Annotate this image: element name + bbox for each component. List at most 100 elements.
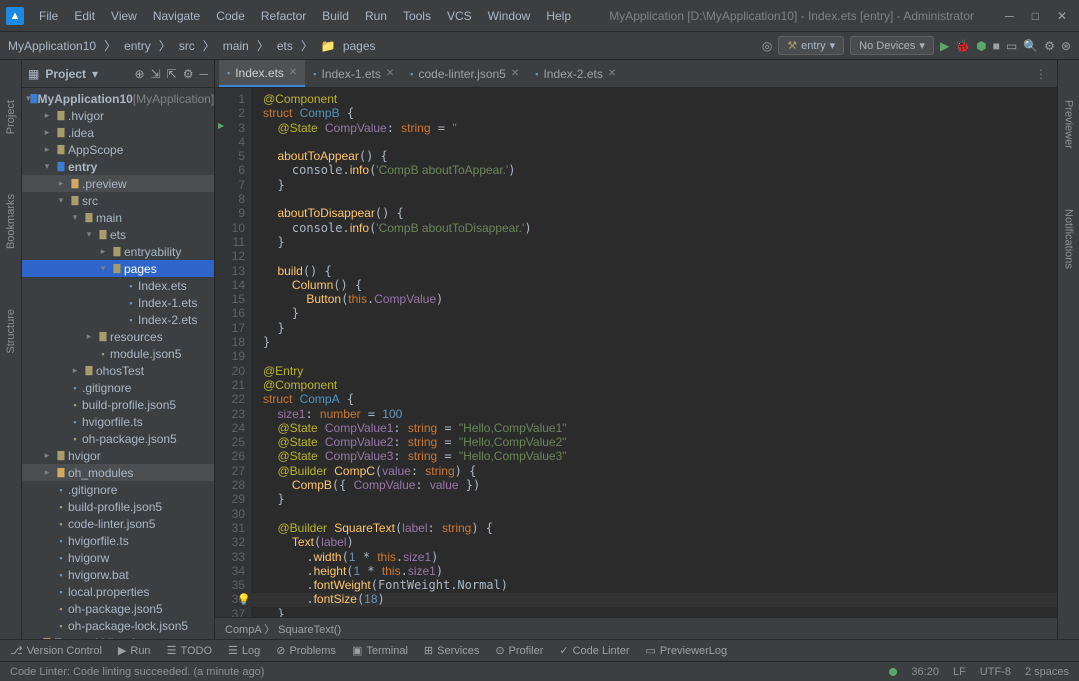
tool-version-control[interactable]: ⎇Version Control [10,644,102,657]
collapse-icon[interactable]: ⇱ [167,67,177,81]
tree-item-hvigorw[interactable]: ▪ hvigorw [22,549,214,566]
structure-breadcrumb[interactable]: CompA 〉 SquareText() [215,617,1057,639]
search-icon[interactable]: 🔍 [1023,39,1038,53]
status-3620[interactable]: 36:20 [911,666,939,678]
rail-bookmarks[interactable]: Bookmarks [5,194,17,249]
intention-bulb-icon[interactable]: 💡 [237,593,251,606]
close-tab-icon[interactable]: ✕ [289,67,297,78]
coverage-icon[interactable]: ⬢ [976,39,986,53]
rail-project[interactable]: Project [5,100,17,134]
tree-item-oh-package-json5[interactable]: ▪ oh-package.json5 [22,430,214,447]
hide-icon[interactable]: ─ [199,67,208,81]
run-config-selector[interactable]: ⚒ entry ▾ [778,36,844,55]
tab-index-ets[interactable]: ▪Index.ets✕ [219,60,305,87]
tree-item-index-ets[interactable]: ▪ Index.ets [22,277,214,294]
status-lf[interactable]: LF [953,666,966,678]
menu-navigate[interactable]: Navigate [146,6,207,26]
tool-services[interactable]: ⊞Services [424,644,479,657]
tab-index-2-ets[interactable]: ▪Index-2.ets✕ [527,60,624,87]
tree-item-hvigorw-bat[interactable]: ▪ hvigorw.bat [22,566,214,583]
tree-item-hvigorfile-ts[interactable]: ▪ hvigorfile.ts [22,532,214,549]
tab-index-1-ets[interactable]: ▪Index-1.ets✕ [305,60,402,87]
tool-todo[interactable]: ☰TODO [167,644,212,657]
tree-item-resources[interactable]: ▸▇ resources [22,328,214,345]
crumb-src[interactable]: src [179,39,195,53]
tree-item-main[interactable]: ▾▇ main [22,209,214,226]
device-manager-icon[interactable]: ▭ [1006,39,1017,53]
tree-item-index-1-ets[interactable]: ▪ Index-1.ets [22,294,214,311]
menu-vcs[interactable]: VCS [440,6,479,26]
tree-item-src[interactable]: ▾▇ src [22,192,214,209]
run-icon[interactable]: ▶ [940,39,949,53]
tabs-more-icon[interactable]: ⋮ [1035,67,1057,81]
chevron-down-icon[interactable]: ▾ [92,67,98,81]
tree-item-ets[interactable]: ▾▇ ets [22,226,214,243]
tree-item-code-linter-json5[interactable]: ▪ code-linter.json5 [22,515,214,532]
gear-icon[interactable]: ⚙ [1044,39,1055,53]
status-utf8[interactable]: UTF-8 [980,666,1011,678]
status-2spaces[interactable]: 2 spaces [1025,666,1069,678]
minimize-icon[interactable]: ─ [1005,9,1014,23]
menu-code[interactable]: Code [209,6,252,26]
gear-icon[interactable]: ⚙ [183,67,194,81]
tree-item-hvigorfile-ts[interactable]: ▪ hvigorfile.ts [22,413,214,430]
tree-item-oh-package-lock-json5[interactable]: ▪ oh-package-lock.json5 [22,617,214,634]
tool-terminal[interactable]: ▣Terminal [352,644,408,657]
crumb-ets[interactable]: ets [277,39,293,53]
tool-problems[interactable]: ⊘Problems [276,644,336,657]
stop-icon[interactable]: ■ [993,39,1000,53]
tree-item-hvigor[interactable]: ▸▇ hvigor [22,447,214,464]
menu-refactor[interactable]: Refactor [254,6,313,26]
tool-previewerlog[interactable]: ▭PreviewerLog [645,644,727,657]
expand-icon[interactable]: ⇲ [151,67,161,81]
tool-code-linter[interactable]: ✓Code Linter [559,644,629,657]
tree-item--idea[interactable]: ▸▇ .idea [22,124,214,141]
debug-icon[interactable]: 🐞 [955,39,970,53]
tree-item-oh-package-json5[interactable]: ▪ oh-package.json5 [22,600,214,617]
tab-code-linter-json5[interactable]: ▪code-linter.json5✕ [402,60,527,87]
tree-item-entry[interactable]: ▾▇ entry [22,158,214,175]
tool-run[interactable]: ▶Run [118,644,151,657]
menu-edit[interactable]: Edit [67,6,102,26]
tree-item-index-2-ets[interactable]: ▪ Index-2.ets [22,311,214,328]
project-tree[interactable]: ▾▇ MyApplication10 [MyApplication]▸▇ .hv… [22,88,214,639]
rail-previewer[interactable]: Previewer [1063,100,1075,149]
close-tab-icon[interactable]: ✕ [608,68,616,79]
code-content[interactable]: @Component struct CompB { @State CompVal… [251,88,1057,617]
menu-view[interactable]: View [104,6,144,26]
menu-run[interactable]: Run [358,6,394,26]
crumb-pages[interactable]: pages [343,39,376,53]
tree-item-module-json5[interactable]: ▪ module.json5 [22,345,214,362]
menu-help[interactable]: Help [539,6,578,26]
tool-log[interactable]: ☰Log [228,644,260,657]
close-tab-icon[interactable]: ✕ [386,68,394,79]
tree-item-oh-modules[interactable]: ▸▇ oh_modules [22,464,214,481]
run-gutter-icon[interactable]: ▶ [218,121,224,130]
target-icon[interactable]: ◎ [762,39,772,53]
menu-file[interactable]: File [32,6,65,26]
rail-notifications[interactable]: Notifications [1063,209,1075,269]
locate-icon[interactable]: ⊕ [135,67,145,81]
menu-tools[interactable]: Tools [396,6,438,26]
tree-item-pages[interactable]: ▾▇ pages [22,260,214,277]
tree-item--preview[interactable]: ▸▇ .preview [22,175,214,192]
close-icon[interactable]: ✕ [1057,9,1067,23]
device-selector[interactable]: No Devices ▾ [850,36,934,55]
maximize-icon[interactable]: □ [1032,9,1039,23]
tree-item--gitignore[interactable]: ▪ .gitignore [22,481,214,498]
tree-item-ohostest[interactable]: ▸▇ ohosTest [22,362,214,379]
tool-profiler[interactable]: ⊙Profiler [495,644,543,657]
crumb-MyApplication10[interactable]: MyApplication10 [8,39,96,53]
close-tab-icon[interactable]: ✕ [511,68,519,79]
tree-item-build-profile-json5[interactable]: ▪ build-profile.json5 [22,396,214,413]
tree-item-entryability[interactable]: ▸▇ entryability [22,243,214,260]
rail-structure[interactable]: Structure [5,309,17,354]
tree-item-local-properties[interactable]: ▪ local.properties [22,583,214,600]
tree-item-external-libraries[interactable]: ▸▇ External Libraries [22,634,214,639]
tree-item--hvigor[interactable]: ▸▇ .hvigor [22,107,214,124]
menu-window[interactable]: Window [481,6,538,26]
tree-item-build-profile-json5[interactable]: ▪ build-profile.json5 [22,498,214,515]
crumb-main[interactable]: main [223,39,249,53]
crumb-entry[interactable]: entry [124,39,151,53]
tree-item-myapplication10[interactable]: ▾▇ MyApplication10 [MyApplication] [22,90,214,107]
